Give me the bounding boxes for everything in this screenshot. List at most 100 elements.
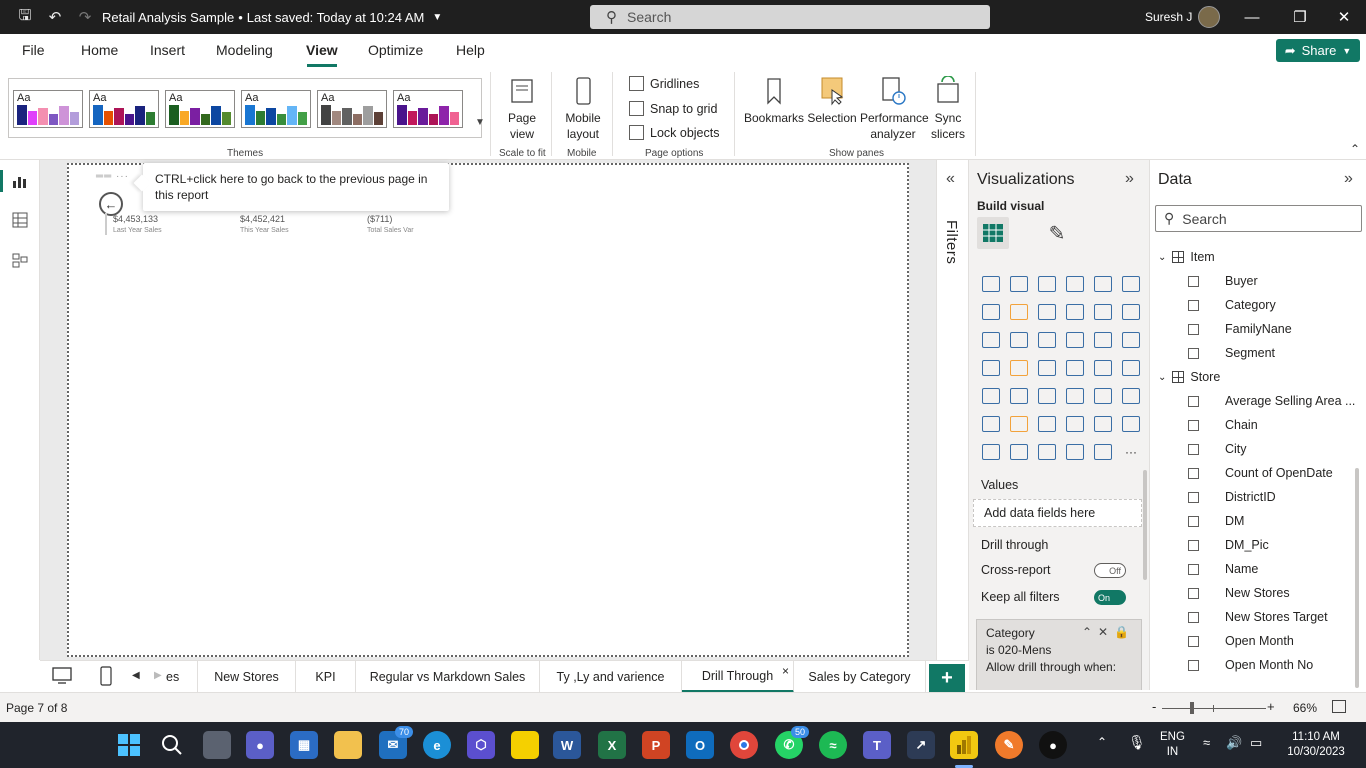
restore-icon[interactable]: ❐ — [1277, 0, 1323, 34]
data-search-input[interactable]: ⚲ Search — [1155, 205, 1362, 232]
visual-type-icon[interactable] — [1089, 410, 1117, 438]
back-button[interactable]: ← — [99, 192, 123, 216]
collapse-ribbon-icon[interactable]: ⌃ — [1350, 142, 1360, 156]
save-icon[interactable]: 🖫 — [10, 0, 40, 34]
tab-modeling[interactable]: Modeling — [216, 42, 273, 58]
zoom-slider-thumb[interactable] — [1190, 702, 1194, 714]
tab-home[interactable]: Home — [81, 42, 118, 58]
field-item[interactable]: Segment — [1188, 346, 1275, 360]
theme-swatch[interactable]: Aa — [165, 90, 235, 128]
chrome-icon[interactable] — [730, 731, 758, 759]
theme-swatch[interactable]: Aa — [317, 90, 387, 128]
visual-type-icon[interactable] — [977, 382, 1005, 410]
visual-type-icon[interactable] — [1061, 270, 1089, 298]
theme-swatch[interactable]: Aa — [13, 90, 83, 128]
model-view-icon[interactable] — [10, 250, 30, 270]
visual-header-grip[interactable]: ══ ··· — [96, 171, 136, 182]
battery-icon[interactable]: ▭ — [1250, 735, 1262, 751]
add-page-button[interactable]: + — [929, 664, 965, 692]
page-tab-sales-by-category[interactable]: Sales by Category — [794, 661, 926, 693]
tab-file[interactable]: File — [22, 42, 45, 58]
report-view-icon[interactable] — [10, 171, 30, 191]
drill-filter-card[interactable]: Category is 020-Mens Allow drill through… — [976, 619, 1142, 690]
meet-icon[interactable]: ● — [246, 731, 274, 759]
zoom-out-button[interactable]: - — [1152, 699, 1156, 714]
tab-insert[interactable]: Insert — [150, 42, 185, 58]
visual-type-icon[interactable] — [1005, 270, 1033, 298]
visual-type-icon[interactable] — [1089, 382, 1117, 410]
report-page[interactable]: ══ ··· ← $4,453,133 Last Year Sales $4,4… — [67, 163, 909, 657]
title-dropdown-icon[interactable]: ▼ — [432, 12, 442, 23]
themes-more-icon[interactable]: ▼ — [475, 117, 485, 128]
visual-type-icon[interactable] — [1061, 382, 1089, 410]
github-icon[interactable]: ● — [1039, 731, 1067, 759]
filter-card-controls[interactable]: ⌃✕🔒 — [1082, 624, 1135, 641]
network-app-icon[interactable]: ↗ — [907, 731, 935, 759]
field-item[interactable]: New Stores — [1188, 586, 1290, 600]
powerpoint-icon[interactable]: P — [642, 731, 670, 759]
table-view-icon[interactable] — [10, 210, 30, 230]
visual-type-icon[interactable] — [1033, 438, 1061, 466]
volume-icon[interactable]: 🔊 — [1226, 735, 1242, 751]
zoom-slider[interactable] — [1162, 708, 1266, 709]
spotify-icon[interactable]: ≈ — [819, 731, 847, 759]
copilot-icon[interactable]: ⬡ — [467, 731, 495, 759]
close-icon[interactable]: ✕ — [1321, 0, 1366, 34]
field-item[interactable]: Buyer — [1188, 274, 1258, 288]
collapse-visualizations-icon[interactable]: » — [1125, 170, 1134, 188]
expand-filters-icon[interactable]: « — [946, 170, 955, 188]
field-checkbox[interactable] — [1188, 563, 1199, 575]
teams-icon[interactable]: T — [863, 731, 891, 759]
visualizations-scrollbar[interactable] — [1143, 470, 1147, 580]
edge-icon[interactable]: e — [423, 731, 451, 759]
visual-type-icon[interactable] — [1089, 270, 1117, 298]
microphone-muted-icon[interactable]: 🎙 — [1128, 734, 1146, 751]
tab-help[interactable]: Help — [456, 42, 485, 58]
zoom-level[interactable]: 66% — [1293, 701, 1317, 715]
field-checkbox[interactable] — [1188, 275, 1199, 287]
values-drop-zone[interactable]: Add data fields here — [973, 499, 1142, 527]
store-icon[interactable]: ▦ — [290, 731, 318, 759]
visual-type-icon[interactable] — [1117, 410, 1145, 438]
page-tab-new-stores[interactable]: New Stores — [198, 661, 296, 693]
visual-type-icon[interactable] — [1117, 270, 1145, 298]
field-item[interactable]: Name — [1188, 562, 1258, 576]
build-visual-tab[interactable] — [977, 217, 1009, 249]
selection-button[interactable]: Selection — [806, 76, 858, 126]
table-node[interactable]: ⌄ Item — [1158, 250, 1215, 264]
theme-swatch[interactable]: Aa — [89, 90, 159, 128]
field-checkbox[interactable] — [1188, 491, 1199, 503]
visual-type-icon[interactable] — [977, 326, 1005, 354]
scroll-tabs-right-icon[interactable]: ▶ — [154, 670, 162, 681]
field-checkbox[interactable] — [1188, 395, 1199, 407]
share-button[interactable]: ➦ Share ▼ — [1276, 39, 1360, 62]
page-tab-partial[interactable]: es — [162, 661, 198, 693]
field-checkbox[interactable] — [1188, 467, 1199, 479]
visual-type-icon[interactable] — [1061, 410, 1089, 438]
windows-start-icon[interactable] — [115, 731, 143, 759]
field-item[interactable]: DM_Pic — [1188, 538, 1269, 552]
visual-type-icon[interactable] — [1005, 354, 1033, 382]
task-view-icon[interactable] — [203, 731, 231, 759]
performance-analyzer-button[interactable]: Performance analyzer — [860, 76, 929, 142]
mobile-layout-button[interactable]: Mobile layout — [562, 76, 604, 142]
collapse-data-icon[interactable]: » — [1344, 170, 1353, 188]
sticky-notes-icon[interactable] — [511, 731, 539, 759]
filters-label[interactable]: Filters — [943, 220, 960, 264]
wifi-icon[interactable]: ≈ — [1203, 735, 1210, 750]
cross-report-toggle[interactable]: Off — [1094, 563, 1126, 578]
mail-icon[interactable]: ✉ 70 — [379, 726, 413, 759]
search-box[interactable]: ⚲ Search — [590, 5, 990, 29]
visual-type-icon[interactable] — [1005, 298, 1033, 326]
visual-type-icon[interactable] — [1117, 382, 1145, 410]
field-checkbox[interactable] — [1188, 539, 1199, 551]
lock-objects-checkbox[interactable]: Lock objects — [629, 125, 719, 140]
visual-type-icon[interactable] — [1061, 438, 1089, 466]
minimize-icon[interactable]: — — [1229, 0, 1275, 34]
field-item[interactable]: City — [1188, 442, 1247, 456]
field-checkbox[interactable] — [1188, 635, 1199, 647]
field-checkbox[interactable] — [1188, 659, 1199, 671]
format-visual-tab[interactable]: ✎ — [1043, 219, 1071, 247]
clock[interactable]: 11:10 AM 10/30/2023 — [1282, 730, 1350, 760]
field-checkbox[interactable] — [1188, 419, 1199, 431]
